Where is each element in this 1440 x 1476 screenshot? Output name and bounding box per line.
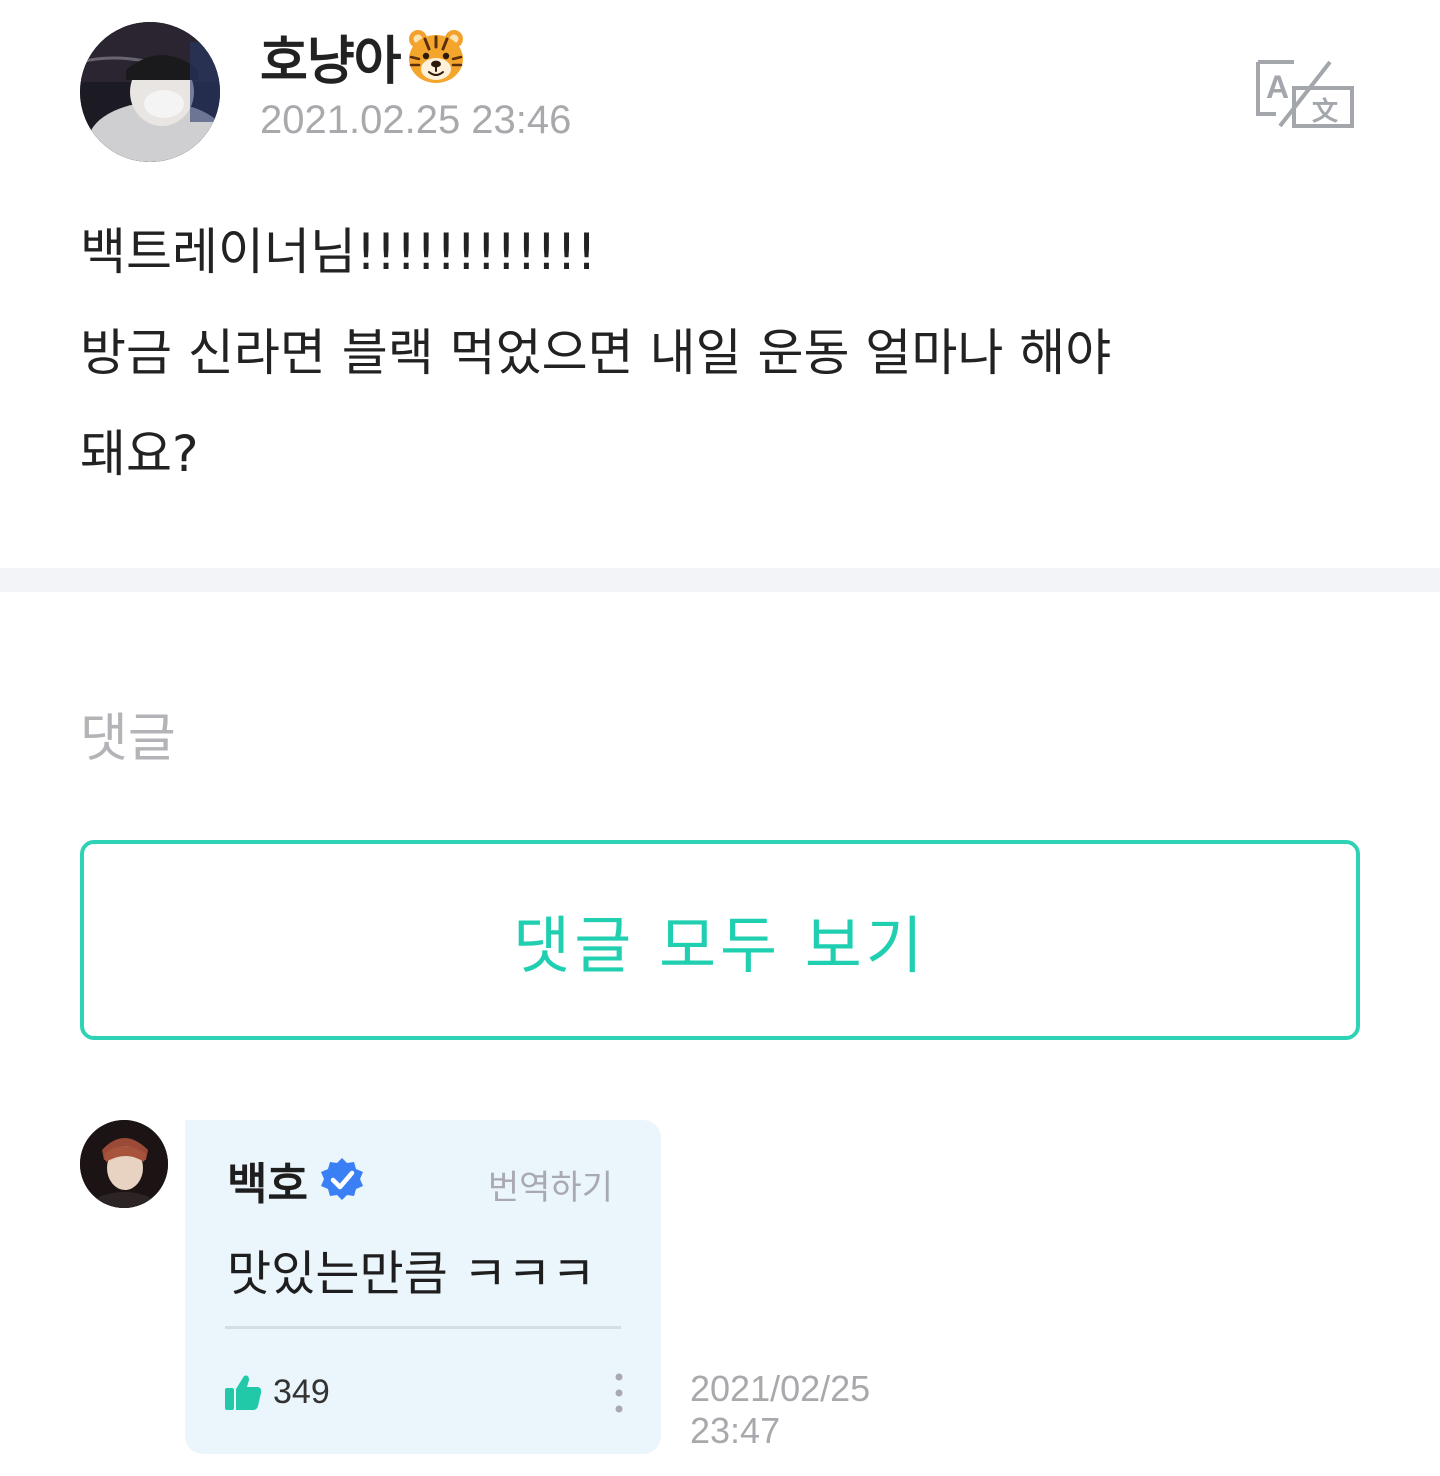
comments-heading: 댓글 bbox=[80, 709, 176, 769]
more-vertical-icon bbox=[615, 1373, 623, 1413]
author-avatar[interactable] bbox=[80, 22, 220, 162]
post-body-line: 방금 신라면 블랙 먹었으면 내일 운동 얼마나 해야 bbox=[80, 324, 1112, 382]
comment-timestamp: 2021/02/25 23:47 bbox=[690, 1368, 870, 1452]
comment-date: 2021/02/25 bbox=[690, 1368, 871, 1409]
translate-icon: A 文 bbox=[1256, 60, 1354, 128]
avatar-photo bbox=[80, 22, 220, 162]
translate-button[interactable]: A 文 bbox=[1254, 58, 1356, 130]
comment-like-button[interactable]: 349 bbox=[223, 1372, 330, 1412]
post-body-line: 돼요? bbox=[80, 425, 199, 483]
svg-text:文: 文 bbox=[1312, 96, 1339, 127]
comment-text: 맛있는만큼 ㅋㅋㅋ bbox=[227, 1246, 596, 1302]
comment-divider bbox=[225, 1326, 621, 1329]
thumbs-up-icon bbox=[225, 1375, 262, 1410]
post-body: 백트레이너님!!!!!!!!!!!! 방금 신라면 블랙 먹었으면 내일 운동 … bbox=[80, 202, 1340, 505]
verified-badge-icon bbox=[320, 1158, 363, 1200]
post-body-line: 백트레이너님!!!!!!!!!!!! bbox=[80, 223, 597, 281]
post-timestamp: 2021.02.25 23:46 bbox=[260, 98, 572, 142]
view-all-comments-button[interactable]: 댓글 모두 보기 bbox=[80, 840, 1360, 1040]
comment-time: 23:47 bbox=[690, 1410, 781, 1451]
svg-text:A: A bbox=[1266, 69, 1289, 105]
tiger-face-emoji bbox=[408, 30, 463, 83]
comment-author-name: 백호 bbox=[227, 1159, 308, 1210]
avatar-photo bbox=[80, 1120, 168, 1208]
comment-author[interactable]: 백호 bbox=[227, 1148, 366, 1212]
author-name-text: 호냥아 bbox=[260, 31, 402, 92]
author-name[interactable]: 호냥아 bbox=[260, 20, 467, 92]
comment-author-avatar[interactable] bbox=[80, 1120, 168, 1208]
comment-more-button[interactable] bbox=[605, 1370, 633, 1416]
like-count: 349 bbox=[273, 1372, 330, 1411]
comment-translate-link[interactable]: 번역하기 bbox=[488, 1160, 613, 1209]
section-divider bbox=[0, 568, 1440, 592]
comment-bubble: 백호 번역하기 맛있는만큼 ㅋㅋㅋ 349 bbox=[185, 1120, 661, 1454]
